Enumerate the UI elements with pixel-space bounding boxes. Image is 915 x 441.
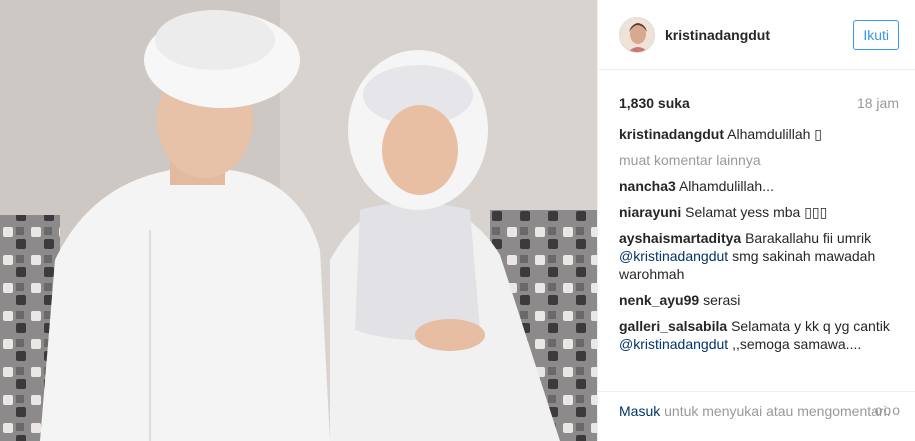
comment: galleri_salsabila Selamata y kk q yg can… [619,317,899,353]
comment-text: Alhamdulillah... [678,178,774,194]
comment-username[interactable]: galleri_salsabila [619,318,727,334]
comment: ayshaismartaditya Barakallahu fii umrik … [619,229,899,283]
more-options-icon[interactable]: ooo [875,401,901,419]
comment-username[interactable]: nenk_ayu99 [619,292,699,308]
comment-text: ,,semoga samawa.... [732,336,862,352]
caption: kristinadangdut Alhamdulillah ▯ [619,125,899,143]
likes-count[interactable]: 1,830 suka [619,95,690,111]
post-time[interactable]: 18 jam [857,95,899,111]
comments-list: kristinadangdut Alhamdulillah ▯ muat kom… [598,111,915,353]
comment-mention[interactable]: @kristinadangdut [619,248,728,264]
post-photo[interactable] [0,0,597,441]
comment-username[interactable]: ayshaismartaditya [619,230,741,246]
comment-username[interactable]: niarayuni [619,204,681,220]
comment-username[interactable]: nancha3 [619,178,676,194]
photo-illustration [0,0,597,441]
caption-text: Alhamdulillah ▯ [727,126,823,142]
load-more-comments[interactable]: muat komentar lainnya [619,151,899,169]
avatar-image [620,17,654,52]
comment-text: Barakallahu fii umrik [745,230,872,246]
comment-mention[interactable]: @kristinadangdut [619,336,728,352]
caption-username[interactable]: kristinadangdut [619,126,724,142]
comment: nancha3 Alhamdulillah... [619,177,899,195]
follow-button[interactable]: Ikuti [853,19,899,50]
post-header: kristinadangdut Ikuti [598,0,915,70]
avatar[interactable] [619,16,655,53]
comment-text: Selamat yess mba ▯▯▯ [685,204,828,220]
comment-text: Selamata y kk q yg cantik [731,318,890,334]
login-prompt: untuk menyukai atau mengomentari. [664,403,891,419]
instagram-post: kristinadangdut Ikuti 1,830 suka 18 jam … [0,0,915,441]
comment: nenk_ayu99 serasi [619,291,899,309]
login-link[interactable]: Masuk [619,403,660,419]
username[interactable]: kristinadangdut [665,27,853,43]
comment-text: serasi [703,292,741,308]
post-stats: 1,830 suka 18 jam [598,70,915,111]
post-sidebar: kristinadangdut Ikuti 1,830 suka 18 jam … [597,0,915,441]
comment: niarayuni Selamat yess mba ▯▯▯ [619,203,899,221]
post-footer: Masuk untuk menyukai atau mengomentari. … [598,391,915,441]
